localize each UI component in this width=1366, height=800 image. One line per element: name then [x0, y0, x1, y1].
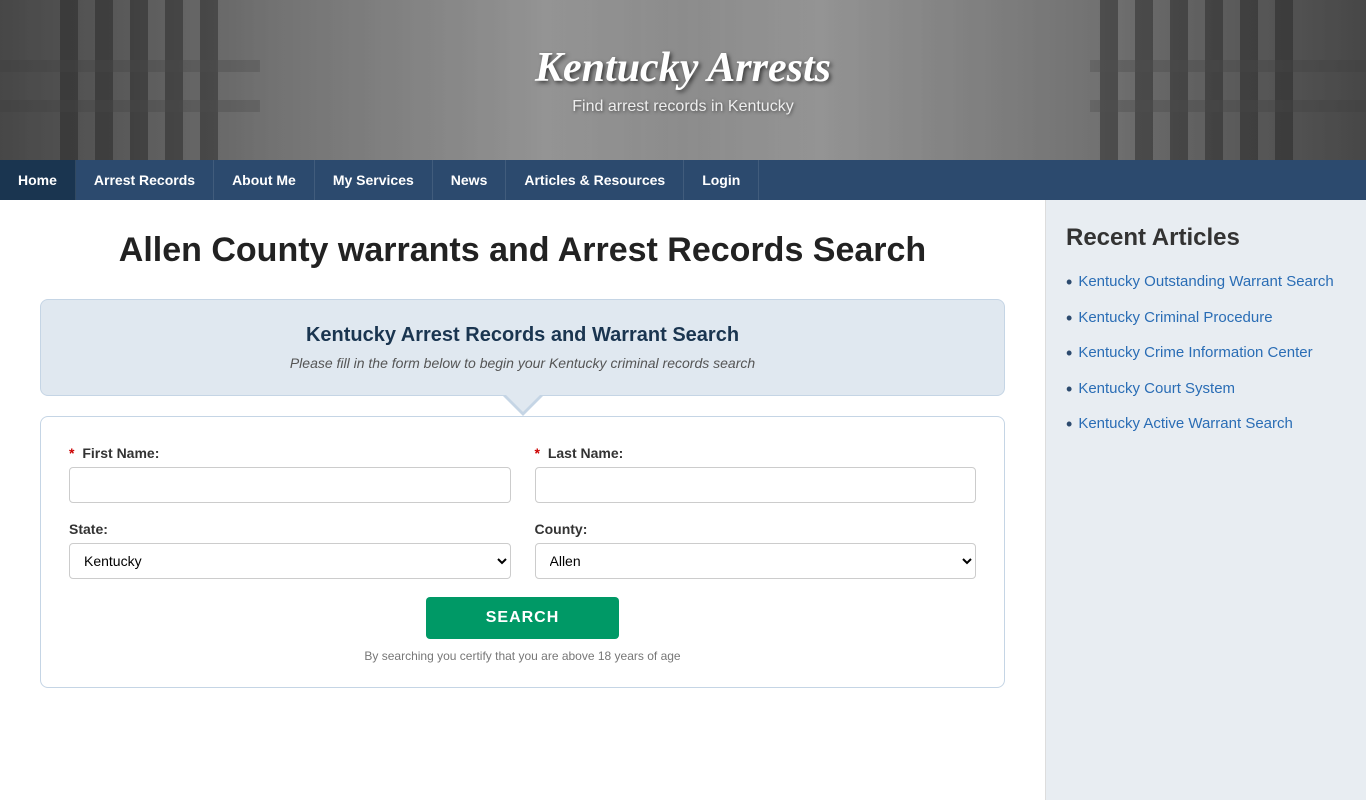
state-group: State: Kentucky [69, 521, 511, 579]
site-header: Kentucky Arrests Find arrest records in … [0, 0, 1366, 160]
box-pointer [503, 396, 543, 416]
sidebar: Recent Articles • Kentucky Outstanding W… [1046, 200, 1366, 800]
bullet-icon-4: • [1066, 379, 1072, 401]
main-content: Allen County warrants and Arrest Records… [0, 200, 1046, 800]
state-label: State: [69, 521, 511, 537]
bullet-icon-2: • [1066, 308, 1072, 330]
main-nav: Home Arrest Records About Me My Services… [0, 160, 1366, 200]
bullet-icon-5: • [1066, 414, 1072, 436]
search-btn-row: SEARCH [69, 597, 976, 639]
search-box-title: Kentucky Arrest Records and Warrant Sear… [69, 324, 976, 347]
list-item: • Kentucky Criminal Procedure [1066, 308, 1346, 330]
sidebar-title: Recent Articles [1066, 224, 1346, 252]
list-item: • Kentucky Court System [1066, 379, 1346, 401]
last-name-label: * Last Name: [535, 445, 977, 461]
bullet-icon-1: • [1066, 272, 1072, 294]
page-container: Allen County warrants and Arrest Records… [0, 200, 1366, 800]
required-star-first: * [69, 445, 74, 461]
list-item: • Kentucky Outstanding Warrant Search [1066, 272, 1346, 294]
search-info-box: Kentucky Arrest Records and Warrant Sear… [40, 299, 1005, 396]
list-item: • Kentucky Crime Information Center [1066, 343, 1346, 365]
first-name-input[interactable] [69, 467, 511, 503]
sidebar-link-criminal-proc[interactable]: Kentucky Criminal Procedure [1078, 308, 1272, 328]
nav-about-me[interactable]: About Me [214, 160, 315, 200]
first-name-group: * First Name: [69, 445, 511, 503]
nav-arrest-records[interactable]: Arrest Records [76, 160, 214, 200]
county-label: County: [535, 521, 977, 537]
sidebar-link-outstanding[interactable]: Kentucky Outstanding Warrant Search [1078, 272, 1333, 292]
header-text: Kentucky Arrests Find arrest records in … [535, 44, 831, 116]
search-button[interactable]: SEARCH [426, 597, 620, 639]
first-name-label: * First Name: [69, 445, 511, 461]
search-form: * First Name: * Last Name: State: [40, 416, 1005, 688]
sidebar-link-court[interactable]: Kentucky Court System [1078, 379, 1235, 399]
nav-articles-resources[interactable]: Articles & Resources [506, 160, 684, 200]
page-title: Allen County warrants and Arrest Records… [40, 230, 1005, 271]
county-select[interactable]: Allen [535, 543, 977, 579]
county-group: County: Allen [535, 521, 977, 579]
sidebar-articles-list: • Kentucky Outstanding Warrant Search • … [1066, 272, 1346, 436]
nav-my-services[interactable]: My Services [315, 160, 433, 200]
sidebar-link-active-warrant[interactable]: Kentucky Active Warrant Search [1078, 414, 1293, 434]
list-item: • Kentucky Active Warrant Search [1066, 414, 1346, 436]
last-name-group: * Last Name: [535, 445, 977, 503]
form-note: By searching you certify that you are ab… [69, 649, 976, 663]
location-row: State: Kentucky County: Allen [69, 521, 976, 579]
state-select[interactable]: Kentucky [69, 543, 511, 579]
name-row: * First Name: * Last Name: [69, 445, 976, 503]
site-tagline: Find arrest records in Kentucky [535, 98, 831, 116]
bullet-icon-3: • [1066, 343, 1072, 365]
nav-login[interactable]: Login [684, 160, 759, 200]
search-box-subtitle: Please fill in the form below to begin y… [69, 355, 976, 371]
last-name-input[interactable] [535, 467, 977, 503]
nav-news[interactable]: News [433, 160, 507, 200]
site-title: Kentucky Arrests [535, 44, 831, 92]
required-star-last: * [535, 445, 540, 461]
sidebar-link-crime-info[interactable]: Kentucky Crime Information Center [1078, 343, 1312, 363]
nav-home[interactable]: Home [0, 160, 76, 200]
